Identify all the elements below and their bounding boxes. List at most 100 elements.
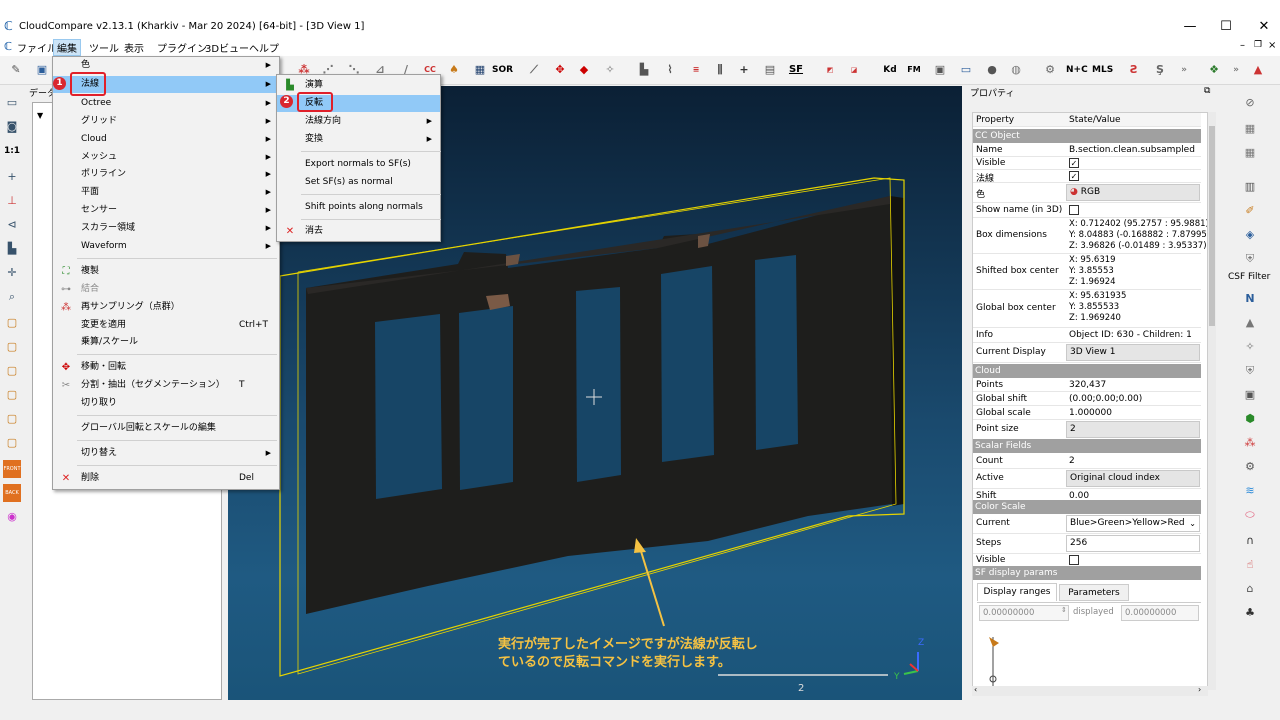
brush-icon[interactable]: ✐ <box>1240 202 1260 220</box>
menu-item-edit-global-shift[interactable]: グローバル回転とスケールの編集 <box>53 420 279 437</box>
menu-item-export-normals[interactable]: Export normals to SF(s) <box>277 156 440 173</box>
menu-item-sensor[interactable]: センサー ▶ <box>53 202 279 219</box>
pin-icon[interactable]: ⫼ <box>710 60 730 80</box>
tab-parameters[interactable]: Parameters <box>1059 584 1129 601</box>
menu-item-cloud[interactable]: Cloud ▶ <box>53 131 279 148</box>
canupo-classify-icon[interactable]: ◪ <box>844 60 864 80</box>
close-button[interactable]: ✕ <box>1244 18 1280 36</box>
scrollbar-thumb[interactable] <box>1209 126 1215 326</box>
back-view-button[interactable]: BACK <box>3 484 21 502</box>
normals-checkbox[interactable]: ✓ <box>1069 171 1079 181</box>
kd-button[interactable]: Kd <box>880 60 900 80</box>
menu-item-set-sf-as-normal[interactable]: Set SF(s) as normal <box>277 174 440 191</box>
menu-item-clone[interactable]: ⛶ 複製 <box>53 263 279 280</box>
menu-item-delete[interactable]: ✕ 削除 Del <box>53 470 279 487</box>
sphere-icon[interactable]: ● <box>982 60 1002 80</box>
no-entry-icon[interactable]: ⊘ <box>1240 94 1260 112</box>
menu-item-merge[interactable]: ⊶ 結合 <box>53 281 279 298</box>
ncc-button[interactable]: N+C <box>1066 60 1088 80</box>
rgb-icon[interactable]: ⁂ <box>1240 434 1260 452</box>
histogram-icon[interactable]: ▙ <box>634 60 654 80</box>
compass-icon[interactable]: ◈ <box>1240 226 1260 244</box>
menu-item-waveform[interactable]: Waveform ▶ <box>53 238 279 255</box>
mesh-grid-icon[interactable]: ▦ <box>1240 120 1260 138</box>
menu-edit[interactable]: 編集 <box>53 39 81 56</box>
one-to-one-button[interactable]: 1:1 <box>3 142 21 160</box>
view-top-icon[interactable]: ▙ <box>3 240 21 258</box>
menu-item-convert-normals[interactable]: 変換 ▶ <box>277 131 440 148</box>
menu-view[interactable]: 表示 <box>121 40 147 55</box>
show-name-checkbox[interactable] <box>1069 205 1079 215</box>
mdi-close-icon[interactable]: × <box>1268 40 1276 51</box>
checker-icon[interactable]: ▦ <box>470 60 490 80</box>
range-displayed-spinbox[interactable]: 0.00000000 <box>1121 605 1199 621</box>
histogram-marker-icon[interactable] <box>985 633 1015 690</box>
color-scale-visible-checkbox[interactable] <box>1069 555 1079 565</box>
curvature-icon[interactable]: ⟋ <box>524 60 544 80</box>
menu-item-subsample[interactable]: ⁂ 再サンプリング（点群） <box>53 299 279 316</box>
visible-checkbox[interactable]: ✓ <box>1069 158 1079 168</box>
hand-icon[interactable]: ☝ <box>1240 556 1260 574</box>
mls-button[interactable]: MLS <box>1092 60 1113 80</box>
sf-button[interactable]: SF <box>786 60 806 80</box>
cube-view-icon-6[interactable]: ▢ <box>3 434 21 452</box>
overflow-chevron-icon-2[interactable]: » <box>1226 60 1246 80</box>
csf-filter-label[interactable]: CSF Filter <box>1228 272 1270 282</box>
float-panel-icon[interactable]: ⧉ <box>1204 86 1210 96</box>
translate-icon[interactable]: ✥ <box>550 60 570 80</box>
menu-item-toggle[interactable]: 切り替え ▶ <box>53 445 279 462</box>
zoom-icon[interactable]: ⌕ <box>3 288 21 306</box>
spin-arrows-icon[interactable]: ⇕ <box>1061 606 1067 614</box>
menu-item-translate-rotate[interactable]: ✥ 移動・回転 <box>53 359 279 376</box>
open-icon[interactable]: ✎ <box>6 60 26 80</box>
mesh-grid-icon-2[interactable]: ▦ <box>1240 144 1260 162</box>
menu-item-mesh[interactable]: メッシュ ▶ <box>53 149 279 166</box>
cube-view-icon-3[interactable]: ▢ <box>3 362 21 380</box>
properties-scrollbar[interactable] <box>1208 112 1216 690</box>
view-left-icon[interactable]: ⊲ <box>3 216 21 234</box>
shade-icon[interactable]: Ş <box>1150 60 1170 80</box>
auto-pivot-icon[interactable]: ⊥ <box>3 192 21 210</box>
menu-tools[interactable]: ツール <box>86 40 122 55</box>
color-icon[interactable]: ▲ <box>1248 60 1268 80</box>
minimize-button[interactable]: — <box>1170 18 1210 36</box>
menu-item-octree[interactable]: Octree ▶ <box>53 95 279 112</box>
crop-icon[interactable]: ◆ <box>574 60 594 80</box>
menu-item-polyline[interactable]: ポリライン ▶ <box>53 166 279 183</box>
curve-icon[interactable]: ⌇ <box>660 60 680 80</box>
horizontal-scrollbar[interactable]: ‹ › <box>972 685 1208 696</box>
front-view-button[interactable]: FRONT <box>3 460 21 478</box>
calculator-icon[interactable]: ▤ <box>760 60 780 80</box>
arch-icon[interactable]: ∩ <box>1240 532 1260 550</box>
menu-item-grid[interactable]: グリッド ▶ <box>53 113 279 130</box>
cube-view-icon-2[interactable]: ▢ <box>3 338 21 356</box>
pcv-icon[interactable]: ▣ <box>1240 386 1260 404</box>
trees-icon[interactable]: ♣ <box>1240 604 1260 622</box>
pivot-icon[interactable]: + <box>3 168 21 186</box>
color-scale-select[interactable]: Blue>Green>Yellow>Red ⌄ <box>1066 515 1200 532</box>
hpr-icon[interactable]: ▲ <box>1240 314 1260 332</box>
active-sf-select[interactable]: Original cloud index <box>1066 470 1200 487</box>
shield-icon[interactable]: ⛨ <box>1240 250 1260 268</box>
cube-view-icon-1[interactable]: ▢ <box>3 314 21 332</box>
menu-item-plane[interactable]: 平面 ▶ <box>53 184 279 201</box>
polyhedron-icon[interactable]: ⬢ <box>1240 410 1260 428</box>
edit-icon[interactable]: ✧ <box>600 60 620 80</box>
canupo-create-icon[interactable]: ◩ <box>820 60 840 80</box>
shield-icon-2[interactable]: ⛨ <box>1240 362 1260 380</box>
terrain-icon[interactable]: ⌂ <box>1240 580 1260 598</box>
tree-expand-icon[interactable]: ▼ <box>37 111 43 120</box>
min-max-icon[interactable]: ≡ <box>686 60 706 80</box>
camera-icon[interactable]: ◙ <box>3 118 21 136</box>
film-icon[interactable]: ▥ <box>1240 178 1260 196</box>
gears-icon[interactable]: ⚙ <box>1240 458 1260 476</box>
menu-3dview[interactable]: 3Dビュー <box>202 40 252 55</box>
menu-help[interactable]: ヘルプ <box>246 40 282 55</box>
color-select[interactable]: ◕ RGB <box>1066 184 1200 201</box>
mdi-restore-icon[interactable]: ❐ <box>1254 40 1262 50</box>
scroll-left-icon[interactable]: ‹ <box>974 685 977 694</box>
layers-icon[interactable]: ≋ <box>1240 482 1260 500</box>
steps-input[interactable]: 256 <box>1066 535 1200 552</box>
overflow-chevron-icon[interactable]: » <box>1174 60 1194 80</box>
display-icon[interactable]: ▭ <box>3 94 21 112</box>
